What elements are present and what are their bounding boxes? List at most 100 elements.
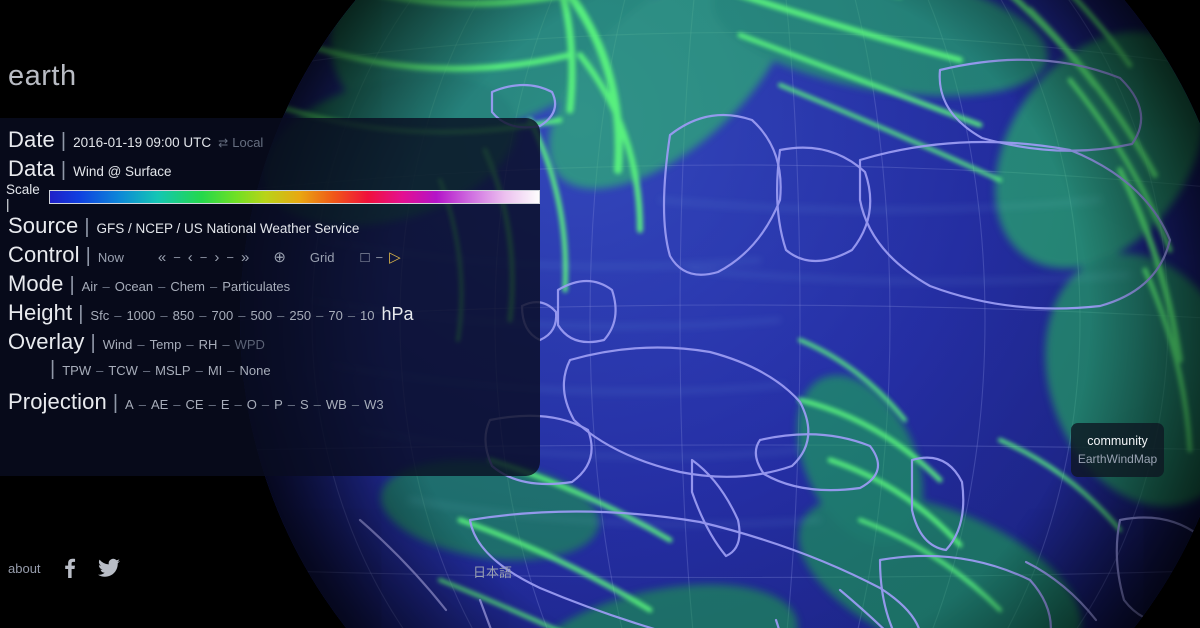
projection-option-wb[interactable]: WB bbox=[326, 397, 347, 412]
height-option-10[interactable]: 10 bbox=[360, 308, 374, 323]
row-data: Data | Wind @ Surface bbox=[0, 156, 540, 185]
now-button[interactable]: Now bbox=[98, 250, 124, 265]
projection-option-s[interactable]: S bbox=[300, 397, 309, 412]
separator: – bbox=[142, 363, 151, 378]
stop-button[interactable]: □ bbox=[360, 249, 369, 266]
panel-footer: about bbox=[8, 558, 120, 578]
separator: – bbox=[277, 308, 285, 323]
overlay-option-tcw[interactable]: TCW bbox=[108, 363, 138, 378]
separator: – bbox=[208, 397, 216, 412]
overlay-option-wpd: WPD bbox=[234, 337, 265, 352]
crosshair-icon[interactable]: ⊕ bbox=[273, 248, 286, 266]
projection-option-e[interactable]: E bbox=[221, 397, 230, 412]
separator: – bbox=[351, 397, 360, 412]
community-badge[interactable]: community EarthWindMap bbox=[1071, 423, 1164, 477]
separator: – bbox=[227, 363, 235, 378]
next-button[interactable]: › bbox=[214, 249, 219, 266]
mode-option-chem[interactable]: Chem bbox=[170, 279, 205, 294]
data-label: Data bbox=[8, 156, 55, 181]
overlay-option-mslp[interactable]: MSLP bbox=[155, 363, 190, 378]
prev-button[interactable]: ‹ bbox=[188, 249, 193, 266]
data-value: Wind @ Surface bbox=[73, 164, 172, 179]
control-label: Control bbox=[8, 242, 80, 267]
row-height: Height | Sfc – 1000 – 850 – 700 – 500 – … bbox=[0, 300, 540, 329]
prev-fast-button[interactable]: « bbox=[158, 249, 166, 266]
page-title[interactable]: earth bbox=[8, 60, 77, 93]
mode-option-air[interactable]: Air bbox=[82, 279, 98, 294]
separator: – bbox=[210, 279, 218, 294]
swap-timezone-icon[interactable]: ⇄ bbox=[218, 136, 228, 150]
community-title: community bbox=[1087, 434, 1148, 448]
separator: – bbox=[195, 363, 203, 378]
separator: – bbox=[137, 337, 145, 352]
facebook-icon[interactable] bbox=[63, 558, 76, 578]
row-date: Date | 2016-01-19 09:00 UTC ⇄ Local bbox=[0, 127, 540, 156]
row-control: Control | Now « − ‹ − › − » ⊕ Grid □ − ▷ bbox=[0, 242, 540, 271]
next-fast-button[interactable]: » bbox=[241, 249, 249, 266]
height-option-250[interactable]: 250 bbox=[289, 308, 311, 323]
separator: – bbox=[186, 337, 194, 352]
row-source: Source | GFS / NCEP / US National Weathe… bbox=[0, 213, 540, 242]
projection-option-o[interactable]: O bbox=[247, 397, 257, 412]
height-option-sfc[interactable]: Sfc bbox=[90, 308, 109, 323]
scale-label: Scale | bbox=[6, 182, 40, 212]
separator: – bbox=[234, 397, 242, 412]
separator: – bbox=[160, 308, 168, 323]
overlay-option-mi[interactable]: MI bbox=[208, 363, 222, 378]
separator-dash: − bbox=[199, 250, 208, 265]
divider: | bbox=[78, 303, 84, 325]
projection-option-a[interactable]: A bbox=[125, 397, 134, 412]
twitter-icon[interactable] bbox=[97, 558, 120, 578]
projection-option-ae[interactable]: AE bbox=[151, 397, 168, 412]
height-option-700[interactable]: 700 bbox=[212, 308, 234, 323]
divider: | bbox=[50, 358, 56, 380]
source-label: Source bbox=[8, 213, 79, 238]
mode-label: Mode bbox=[8, 271, 64, 296]
projection-option-ce[interactable]: CE bbox=[186, 397, 204, 412]
facebook-glyph bbox=[64, 558, 75, 578]
height-option-70[interactable]: 70 bbox=[328, 308, 342, 323]
separator-dash: − bbox=[226, 250, 234, 265]
separator: – bbox=[158, 279, 166, 294]
overlay-option-rh[interactable]: RH bbox=[199, 337, 218, 352]
separator: – bbox=[316, 308, 324, 323]
divider: | bbox=[112, 392, 119, 414]
overlay-option-temp[interactable]: Temp bbox=[150, 337, 182, 352]
separator: – bbox=[173, 397, 181, 412]
overlay-option-none[interactable]: None bbox=[240, 363, 271, 378]
language-toggle-japanese[interactable]: 日本語 bbox=[473, 562, 512, 581]
height-option-850[interactable]: 850 bbox=[173, 308, 195, 323]
control-panel: Date | 2016-01-19 09:00 UTC ⇄ Local Data… bbox=[0, 118, 540, 580]
projection-label: Projection bbox=[8, 389, 107, 414]
twitter-bird-glyph bbox=[97, 558, 120, 577]
separator-dash: − bbox=[375, 250, 384, 265]
height-option-1000[interactable]: 1000 bbox=[126, 308, 155, 323]
height-label: Height bbox=[8, 300, 73, 325]
play-button[interactable]: ▷ bbox=[389, 248, 401, 266]
about-link[interactable]: about bbox=[8, 561, 41, 576]
separator: – bbox=[261, 397, 270, 412]
separator: – bbox=[313, 397, 321, 412]
row-scale: Scale | bbox=[0, 182, 540, 212]
mode-option-particulates[interactable]: Particulates bbox=[222, 279, 290, 294]
separator: – bbox=[96, 363, 104, 378]
color-scale-bar[interactable] bbox=[49, 190, 540, 204]
height-option-500[interactable]: 500 bbox=[250, 308, 272, 323]
projection-option-w3[interactable]: W3 bbox=[364, 397, 384, 412]
divider: | bbox=[69, 274, 75, 296]
mode-option-ocean[interactable]: Ocean bbox=[115, 279, 153, 294]
source-value[interactable]: GFS / NCEP / US National Weather Service bbox=[97, 221, 360, 236]
separator: – bbox=[102, 279, 110, 294]
row-overlay-2: | TPW – TCW – MSLP – MI – None bbox=[0, 358, 540, 387]
grid-toggle[interactable]: Grid bbox=[310, 250, 335, 265]
separator: – bbox=[222, 337, 230, 352]
separator: – bbox=[347, 308, 356, 323]
earth-wind-map-app: earth Date | 2016-01-19 09:00 UTC ⇄ Loca… bbox=[0, 0, 1200, 628]
row-overlay: Overlay | Wind – Temp – RH – WPD bbox=[0, 329, 540, 358]
separator: – bbox=[138, 397, 146, 412]
divider: | bbox=[60, 130, 67, 152]
overlay-option-tpw[interactable]: TPW bbox=[62, 363, 91, 378]
overlay-option-wind[interactable]: Wind bbox=[103, 337, 133, 352]
projection-option-p[interactable]: P bbox=[274, 397, 283, 412]
local-time-toggle[interactable]: Local bbox=[232, 135, 263, 150]
